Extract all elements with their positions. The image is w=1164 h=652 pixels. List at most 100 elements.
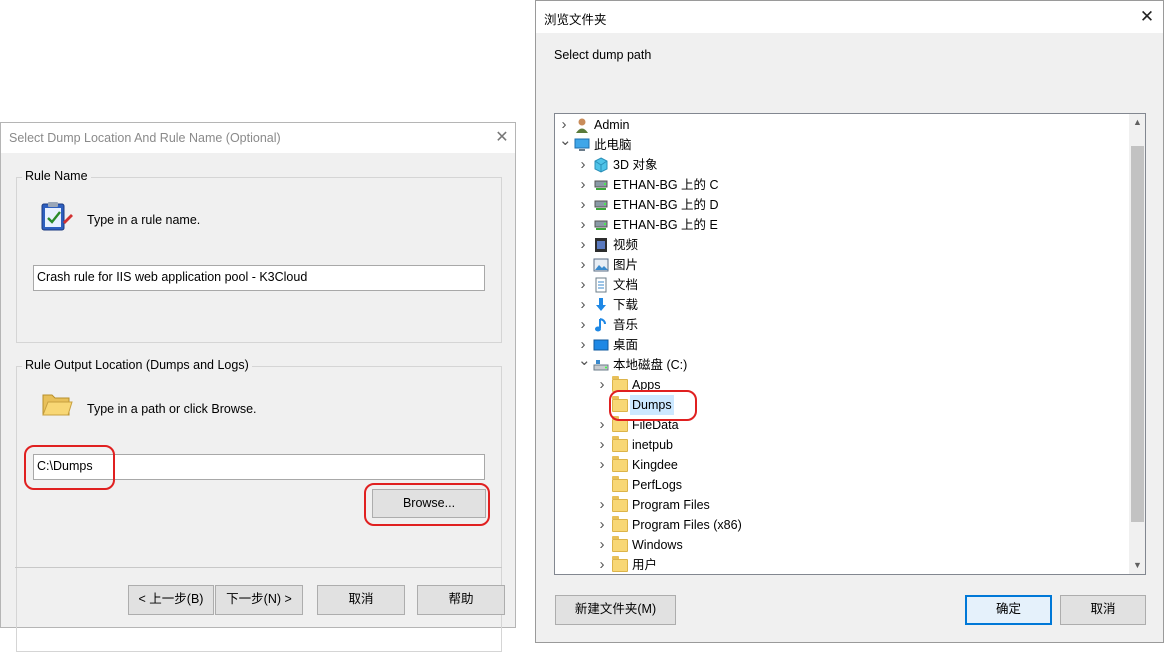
back-button[interactable]: < 上一步(B) — [128, 585, 214, 615]
tree-item-label: PerfLogs — [632, 478, 683, 492]
tree-item[interactable]: › 桌面 — [555, 335, 1125, 355]
output-prompt: Type in a path or click Browse. — [87, 402, 257, 416]
tree-item[interactable]: › Windows — [555, 535, 1125, 555]
help-button[interactable]: 帮助 — [417, 585, 505, 615]
scroll-down-icon[interactable]: ▼ — [1129, 557, 1145, 574]
tree-item[interactable]: › 3D 对象 — [555, 155, 1125, 175]
tree-item[interactable]: › ETHAN-BG 上的 E — [555, 215, 1125, 235]
chevron-down-icon[interactable]: ⌄ — [559, 133, 572, 155]
tree-item-label: 下载 — [613, 298, 639, 312]
dialog-title: Select Dump Location And Rule Name (Opti… — [9, 131, 281, 145]
chevron-right-icon[interactable]: › — [597, 495, 607, 515]
cancel-button[interactable]: 取消 — [317, 585, 405, 615]
tree-item-label: 图片 — [613, 258, 639, 272]
next-button[interactable]: 下一步(N) > — [215, 585, 303, 615]
browse-folder-dialog: 浏览文件夹 ✕ Select dump path › Admin ⌄ 此电脑 › 3D 对… — [535, 0, 1164, 643]
folder-icon — [612, 536, 628, 553]
tree-item[interactable]: PerfLogs — [555, 475, 1125, 495]
chevron-right-icon[interactable]: › — [597, 555, 607, 574]
new-folder-button[interactable]: 新建文件夹(M) — [555, 595, 676, 625]
tree-item[interactable]: › ETHAN-BG 上的 C — [555, 175, 1125, 195]
tree-item-label: Program Files — [632, 498, 710, 512]
chevron-right-icon[interactable]: › — [597, 415, 607, 435]
chevron-down-icon[interactable]: ⌄ — [578, 353, 591, 375]
chevron-right-icon[interactable]: › — [578, 315, 588, 335]
network-drive-icon — [593, 177, 609, 193]
music-icon — [593, 317, 609, 333]
tree-item[interactable]: › 视频 — [555, 235, 1125, 255]
chevron-right-icon[interactable]: › — [578, 195, 588, 215]
browser-cancel-button[interactable]: 取消 — [1060, 595, 1146, 625]
tree-scrollbar[interactable]: ▲ ▼ — [1129, 114, 1145, 574]
chevron-right-icon[interactable]: › — [578, 255, 588, 275]
chevron-right-icon[interactable]: › — [597, 535, 607, 555]
browser-title: 浏览文件夹 — [544, 13, 607, 27]
downloads-icon — [593, 297, 609, 313]
tree-item[interactable]: › 文档 — [555, 275, 1125, 295]
chevron-right-icon[interactable]: › — [578, 175, 588, 195]
folder-tree[interactable]: › Admin ⌄ 此电脑 › 3D 对象 › ETHAN-BG 上的 C › ETHAN-BG … — [554, 113, 1146, 575]
tree-item[interactable]: › 下载 — [555, 295, 1125, 315]
scroll-thumb[interactable] — [1131, 146, 1144, 522]
rule-clipboard-icon — [41, 202, 73, 231]
folder-icon — [612, 436, 628, 453]
chevron-right-icon[interactable]: › — [578, 215, 588, 235]
tree-item[interactable]: › 音乐 — [555, 315, 1125, 335]
rule-name-group — [16, 177, 502, 343]
ok-button[interactable]: 确定 — [965, 595, 1052, 625]
tree-item-label: Admin — [594, 118, 630, 132]
scroll-up-icon[interactable]: ▲ — [1129, 114, 1145, 131]
tree-item-label: 文档 — [613, 278, 639, 292]
footer-divider — [15, 567, 502, 568]
folder-icon — [612, 456, 628, 473]
tree-item-label: 视频 — [613, 238, 639, 252]
tree-item[interactable]: › Admin — [555, 115, 1125, 135]
tree-item-label: inetpub — [632, 438, 674, 452]
pictures-icon — [593, 257, 609, 273]
chevron-right-icon[interactable]: › — [578, 235, 588, 255]
chevron-right-icon[interactable]: › — [597, 455, 607, 475]
tree-item-label: 3D 对象 — [613, 158, 658, 172]
network-drive-icon — [593, 197, 609, 213]
tree-item[interactable]: ⌄ 此电脑 — [555, 133, 1125, 155]
chevron-right-icon[interactable]: › — [578, 295, 588, 315]
rule-name-group-label: Rule Name — [22, 169, 91, 183]
tree-item[interactable]: › Program Files (x86) — [555, 515, 1125, 535]
folder-icon — [612, 556, 628, 573]
folder-icon — [612, 476, 628, 493]
tree-item[interactable]: › 图片 — [555, 255, 1125, 275]
folder-icon — [612, 516, 628, 533]
chevron-right-icon[interactable]: › — [578, 155, 588, 175]
dumps-highlight-annotation — [609, 390, 697, 421]
browse-highlight-annotation — [364, 483, 490, 526]
tree-item[interactable]: › 用户 — [555, 555, 1125, 574]
chevron-right-icon[interactable]: › — [578, 275, 588, 295]
tree-item-label: Program Files (x86) — [632, 518, 742, 532]
tree-item-label: Kingdee — [632, 458, 678, 472]
tree-item-label: Windows — [632, 538, 683, 552]
local-disk-icon — [593, 357, 609, 373]
chevron-right-icon[interactable]: › — [597, 375, 607, 395]
chevron-right-icon[interactable]: › — [597, 435, 607, 455]
tree-item-label: ETHAN-BG 上的 D — [613, 198, 719, 212]
expander-blank — [597, 475, 607, 495]
rule-name-input[interactable]: Crash rule for IIS web application pool … — [33, 265, 485, 291]
close-icon[interactable]: ✕ — [491, 125, 513, 151]
user-icon — [574, 117, 590, 133]
documents-icon — [593, 277, 609, 293]
tree-item[interactable]: › Kingdee — [555, 455, 1125, 475]
browser-prompt: Select dump path — [554, 48, 652, 62]
tree-item[interactable]: › Program Files — [555, 495, 1125, 515]
folder-icon — [612, 496, 628, 513]
rule-prompt: Type in a rule name. — [87, 213, 201, 227]
computer-icon — [574, 137, 590, 153]
browser-titlebar: 浏览文件夹 ✕ — [536, 1, 1163, 33]
network-drive-icon — [593, 217, 609, 233]
tree-item-label: 桌面 — [613, 338, 639, 352]
tree-item[interactable]: ⌄ 本地磁盘 (C:) — [555, 353, 1125, 375]
tree-item[interactable]: › ETHAN-BG 上的 D — [555, 195, 1125, 215]
tree-item-label: 音乐 — [613, 318, 639, 332]
tree-item[interactable]: › inetpub — [555, 435, 1125, 455]
chevron-right-icon[interactable]: › — [597, 515, 607, 535]
close-icon[interactable]: ✕ — [1134, 4, 1160, 30]
